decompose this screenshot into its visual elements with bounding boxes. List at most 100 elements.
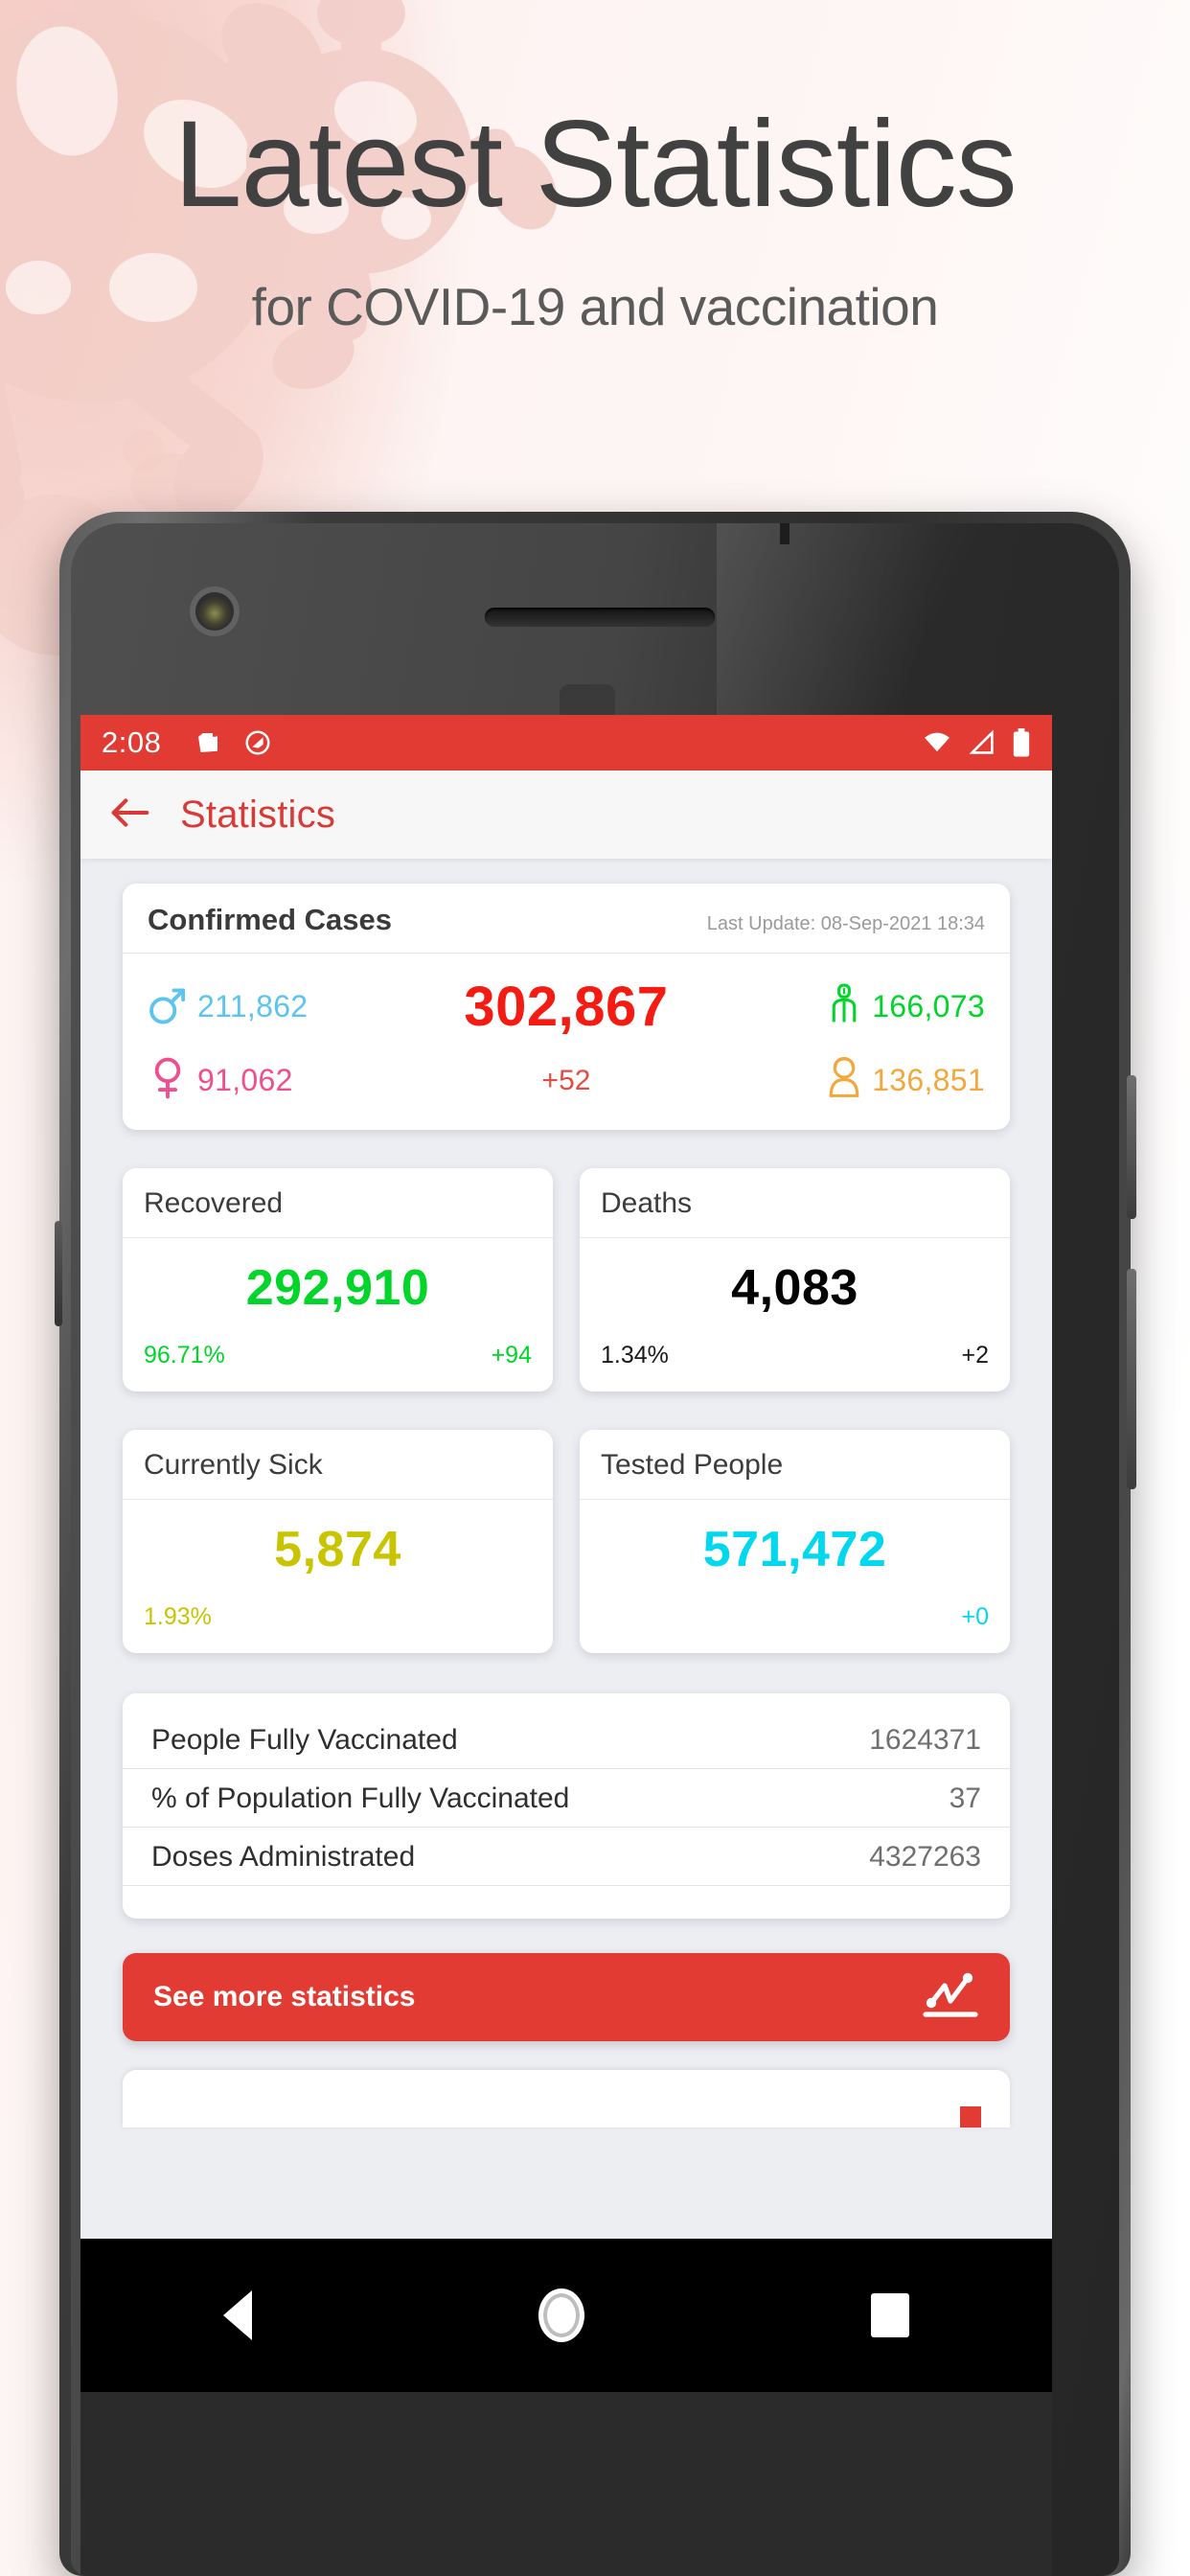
status-notification-icons bbox=[194, 728, 272, 757]
person-green-count: 166,073 bbox=[872, 989, 985, 1024]
phone-bottom-chin bbox=[80, 2392, 1052, 2576]
back-arrow-icon[interactable] bbox=[109, 796, 151, 834]
next-card-peek[interactable] bbox=[123, 2070, 1010, 2128]
deaths-footer: 1.34% +2 bbox=[601, 1342, 989, 1369]
tested-people-card-header: Tested People bbox=[580, 1430, 1010, 1500]
tested-people-footer: +0 bbox=[601, 1603, 989, 1631]
peek-accent-marker bbox=[960, 2106, 981, 2128]
confirmed-cases-card[interactable]: Confirmed Cases Last Update: 08-Sep-2021… bbox=[123, 884, 1010, 1130]
tested-people-card-body: 571,472 +0 bbox=[580, 1500, 1010, 1653]
vaccination-card[interactable]: People Fully Vaccinated 1624371 % of Pop… bbox=[123, 1693, 1010, 1919]
confirmed-cases-body: 211,862 302,867 166,073 91,062 +52 136,8… bbox=[123, 954, 1010, 1130]
side-button-left[interactable] bbox=[55, 1221, 62, 1326]
deaths-card-body: 4,083 1.34% +2 bbox=[580, 1238, 1010, 1392]
confirmed-cases-title: Confirmed Cases bbox=[148, 903, 392, 936]
deaths-title: Deaths bbox=[601, 1187, 693, 1219]
nav-home-icon[interactable] bbox=[538, 2288, 584, 2342]
android-navigation-bar bbox=[80, 2239, 1052, 2392]
recovered-value: 292,910 bbox=[245, 1260, 430, 1316]
tested-people-card[interactable]: Tested People 571,472 +0 bbox=[580, 1430, 1010, 1653]
line-chart-icon bbox=[922, 1969, 979, 2026]
volume-button[interactable] bbox=[1127, 1269, 1136, 1489]
deaths-percent: 1.34% bbox=[601, 1342, 669, 1368]
confirmed-total-value: 302,867 bbox=[464, 976, 669, 1038]
app-bar: Statistics bbox=[80, 770, 1052, 859]
last-update-text: Last Update: 08-Sep-2021 18:34 bbox=[706, 913, 985, 934]
vaccination-row-label: Doses Administrated bbox=[151, 1841, 416, 1873]
vaccination-row-label: People Fully Vaccinated bbox=[151, 1724, 458, 1756]
recovered-card[interactable]: Recovered 292,910 96.71% +94 bbox=[123, 1168, 553, 1392]
battery-icon bbox=[1013, 728, 1030, 757]
front-camera-icon bbox=[195, 592, 234, 631]
status-system-icons bbox=[922, 728, 1031, 757]
deaths-value: 4,083 bbox=[731, 1260, 858, 1316]
wifi-icon bbox=[925, 732, 950, 752]
screen-content: Confirmed Cases Last Update: 08-Sep-2021… bbox=[80, 859, 1052, 2128]
page-title: Latest Statistics bbox=[173, 96, 1017, 233]
other-person-stat: 136,851 bbox=[706, 1056, 985, 1105]
table-row: Doses Administrated 4327263 bbox=[123, 1828, 1010, 1886]
deaths-card[interactable]: Deaths 4,083 1.34% +2 bbox=[580, 1168, 1010, 1392]
see-more-label: See more statistics bbox=[153, 1981, 416, 2012]
currently-sick-percent: 1.93% bbox=[144, 1603, 212, 1630]
male-gender-icon bbox=[148, 982, 188, 1031]
tested-people-value: 571,472 bbox=[702, 1522, 887, 1577]
total-confirmed: 302,867 bbox=[426, 975, 705, 1039]
top-microphone bbox=[780, 523, 790, 544]
table-row: People Fully Vaccinated 1624371 bbox=[123, 1711, 1010, 1769]
nav-recents-icon[interactable] bbox=[870, 2293, 909, 2337]
phone-mockup: 2:08 Statistics Confirmed Cases Last Upd… bbox=[55, 512, 1136, 2576]
person-orange-icon bbox=[826, 1056, 862, 1105]
do-not-disturb-icon bbox=[245, 730, 270, 755]
deaths-card-header: Deaths bbox=[580, 1168, 1010, 1238]
female-gender-icon bbox=[148, 1056, 188, 1105]
status-clock: 2:08 bbox=[102, 725, 162, 759]
table-row: % of Population Fully Vaccinated 37 bbox=[123, 1769, 1010, 1828]
person-green-icon bbox=[826, 982, 862, 1031]
earpiece-speaker bbox=[485, 608, 715, 627]
recovered-card-body: 292,910 96.71% +94 bbox=[123, 1238, 553, 1392]
confirmed-delta-value: +52 bbox=[541, 1064, 591, 1096]
tested-people-delta: +0 bbox=[961, 1603, 989, 1630]
deaths-delta: +2 bbox=[961, 1342, 989, 1368]
vaccination-row-value: 4327263 bbox=[869, 1841, 981, 1873]
vaccination-row-value: 37 bbox=[949, 1782, 981, 1814]
confirmed-delta: +52 bbox=[426, 1065, 705, 1097]
recovered-footer: 96.71% +94 bbox=[144, 1342, 532, 1369]
tested-people-title: Tested People bbox=[601, 1449, 784, 1481]
female-count: 91,062 bbox=[197, 1063, 293, 1097]
currently-sick-card-body: 5,874 1.93% bbox=[123, 1500, 553, 1653]
nav-back-icon[interactable] bbox=[223, 2290, 253, 2340]
currently-sick-card[interactable]: Currently Sick 5,874 1.93% bbox=[123, 1430, 553, 1653]
vaccination-row-value: 1624371 bbox=[869, 1724, 981, 1756]
confirmed-cases-row-primary: 211,862 302,867 166,073 bbox=[148, 975, 985, 1039]
female-stat: 91,062 bbox=[148, 1056, 426, 1105]
see-more-statistics-button[interactable]: See more statistics bbox=[123, 1953, 1010, 2041]
power-button[interactable] bbox=[1127, 1075, 1136, 1219]
male-count: 211,862 bbox=[197, 989, 309, 1024]
phone-glass: 2:08 Statistics Confirmed Cases Last Upd… bbox=[71, 523, 1119, 2576]
confirmed-cases-header: Confirmed Cases Last Update: 08-Sep-2021… bbox=[123, 884, 1010, 954]
status-bar: 2:08 bbox=[80, 715, 1052, 770]
currently-sick-title: Currently Sick bbox=[144, 1449, 323, 1481]
vaccination-row-label: % of Population Fully Vaccinated bbox=[151, 1782, 570, 1814]
recovered-person-stat: 166,073 bbox=[706, 982, 985, 1031]
promo-block: Latest Statistics for COVID-19 and vacci… bbox=[0, 0, 1190, 337]
currently-sick-footer: 1.93% bbox=[144, 1603, 532, 1631]
signal-icon bbox=[969, 730, 994, 754]
recovered-title: Recovered bbox=[144, 1187, 284, 1219]
recovered-card-header: Recovered bbox=[123, 1168, 553, 1238]
stats-row-1: Recovered 292,910 96.71% +94 Deaths 4,08… bbox=[123, 1168, 1010, 1392]
phone-screen: 2:08 Statistics Confirmed Cases Last Upd… bbox=[80, 715, 1052, 2239]
phone-top-bezel bbox=[71, 523, 1119, 721]
page-subtitle: for COVID-19 and vaccination bbox=[251, 277, 939, 336]
screenshot-icon bbox=[198, 733, 218, 752]
male-stat: 211,862 bbox=[148, 982, 426, 1031]
recovered-delta: +94 bbox=[491, 1342, 532, 1368]
person-orange-count: 136,851 bbox=[872, 1063, 985, 1097]
currently-sick-card-header: Currently Sick bbox=[123, 1430, 553, 1500]
confirmed-cases-row-secondary: 91,062 +52 136,851 bbox=[148, 1056, 985, 1105]
stats-row-2: Currently Sick 5,874 1.93% Tested People… bbox=[123, 1430, 1010, 1653]
currently-sick-value: 5,874 bbox=[274, 1522, 401, 1577]
screen-title: Statistics bbox=[180, 793, 336, 836]
